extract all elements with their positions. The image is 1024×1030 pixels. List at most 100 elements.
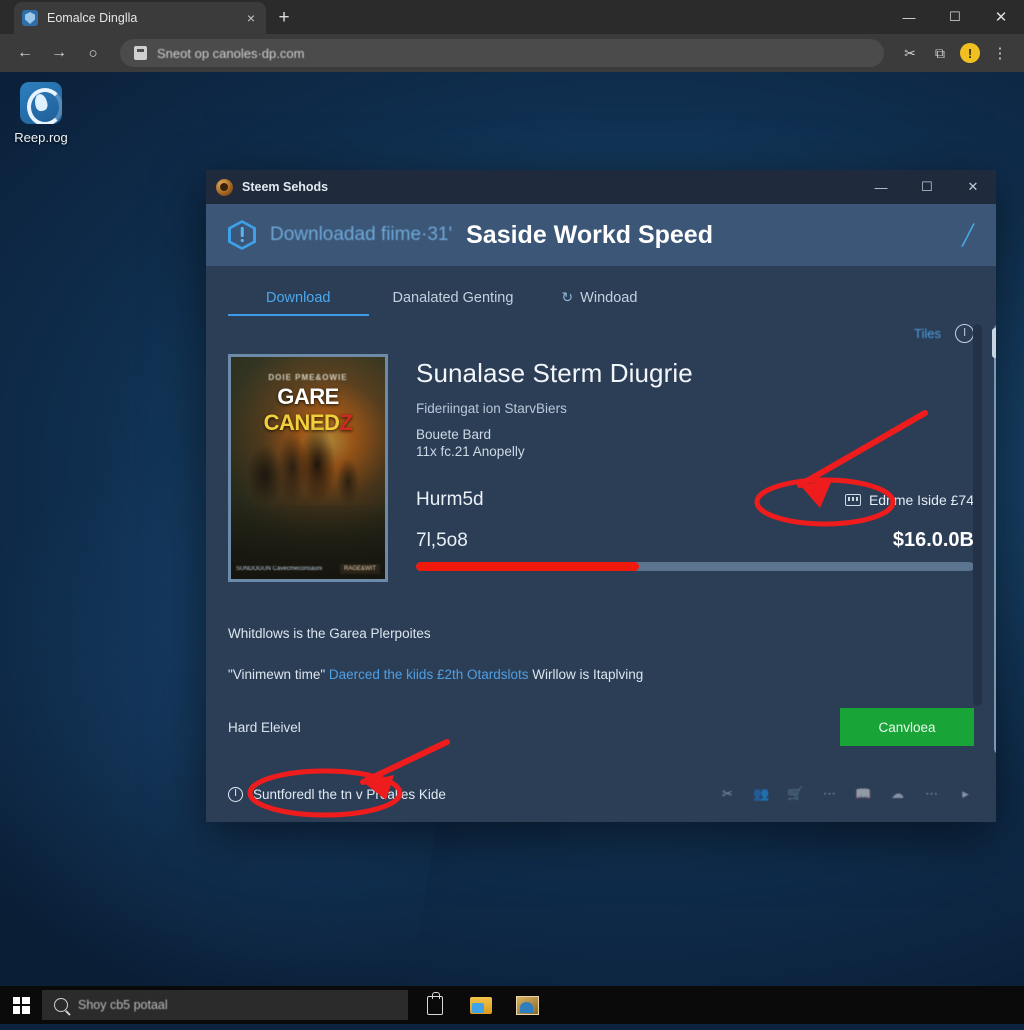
start-icon [13, 997, 30, 1014]
dialog-title: Steem Sehods [242, 180, 328, 194]
primary-action-button[interactable]: Canvloea [840, 708, 974, 746]
note-row-3: Hard Eleivel Canvloea [228, 708, 974, 746]
dots-icon[interactable]: ⋯ [821, 787, 838, 802]
close-icon[interactable]: × [244, 11, 258, 25]
stat-badge[interactable]: Edrime Iside £74 [845, 492, 974, 508]
dialog-body: Tiles DOIE PME&OWIE GARE CANEDZ SUNDOGUN… [206, 316, 996, 766]
start-button[interactable] [0, 986, 42, 1024]
book-icon[interactable]: 📖 [855, 787, 872, 802]
cloud-icon[interactable]: ☁ [889, 787, 906, 802]
tab-danalated-genting-label: Danalated Genting [393, 290, 514, 306]
tab-windoad[interactable]: ↻ Windoad [537, 289, 661, 316]
note-line-3: Hard Eleivel [228, 720, 301, 735]
alert-badge: ! [960, 43, 980, 63]
tab-danalated-genting[interactable]: Danalated Genting [369, 290, 538, 316]
browser-window-controls: — ☐ ✕ [886, 0, 1024, 34]
address-bar-text: Sneot op canoles·dp.com [157, 46, 304, 61]
photos-icon[interactable] [514, 992, 540, 1018]
dialog-header-subtitle: Downloadad fiime·31' [270, 224, 452, 246]
download-progress-bar [416, 562, 974, 571]
download-progress-fill [416, 562, 639, 571]
notes-section: Whitdlows is the Garea Plerpoites "Vinim… [228, 626, 974, 746]
warning-hexagon-icon [228, 220, 256, 250]
dialog-header: Downloadad fiime·31' Saside Workd Speed … [206, 204, 996, 266]
cover-kicker: DOIE PME&OWIE [231, 373, 385, 382]
dialog-window-controls: — ☐ ✕ [858, 170, 996, 204]
browser-menu-icon[interactable]: ⋮ [986, 39, 1014, 67]
people-icon[interactable]: 👥 [753, 787, 770, 802]
browser-navbar: ← → ○ Sneot op canoles·dp.com ✂ ⧉ ! ⋮ [0, 34, 1024, 72]
tab-download[interactable]: Download [228, 290, 369, 316]
close-button[interactable]: ✕ [978, 0, 1024, 34]
maximize-button[interactable]: ☐ [932, 0, 978, 34]
size-right-value: $16.0.0B [893, 529, 974, 552]
inner-scrollbar-track[interactable] [973, 324, 982, 706]
back-button[interactable]: ← [10, 38, 40, 68]
address-bar[interactable]: Sneot op canoles·dp.com [120, 39, 884, 67]
keyboard-icon [845, 494, 861, 506]
game-title: Sunalase Sterm Diugrie [416, 358, 974, 389]
forward-button[interactable]: → [44, 38, 74, 68]
caret-icon[interactable]: ▸ [957, 787, 974, 802]
bag-icon[interactable] [422, 992, 448, 1018]
cover-figures [231, 407, 385, 517]
browser-window: Eomalce Dinglla × + — ☐ ✕ ← → ○ Sneot op… [0, 0, 1024, 72]
scrollbar-thumb[interactable] [992, 328, 996, 358]
footer-status[interactable]: Suntforedl the tn v Prealles Kide [228, 787, 446, 802]
game-subtitle: Fideriingat ion StarvBiers [416, 401, 974, 416]
tab-windoad-label: Windoad [580, 290, 637, 306]
dialog-footer: Suntforedl the tn v Prealles Kide ✂ 👥 🛒 … [206, 766, 996, 822]
cover-badge-right: RAGE&WIT [340, 564, 380, 574]
search-icon [54, 998, 68, 1012]
browser-actions: ✂ ⧉ ! ⋮ [888, 39, 1014, 67]
page-title: Saside Workd Speed [466, 221, 713, 250]
clipboard-icon[interactable]: ⧉ [926, 39, 954, 67]
browser-tab-title: Eomalce Dinglla [47, 11, 235, 25]
cover-badges: SUNDOGUN Cavecmeconsauni RAGE&WIT [236, 564, 380, 574]
desktop-shortcut[interactable]: Reep.rog [6, 82, 76, 145]
size-row: 7l,5o8 $16.0.0B [416, 529, 974, 552]
game-detail-line-1: Bouete Bard [416, 427, 974, 442]
outer-scrollbar-track[interactable] [994, 324, 996, 754]
dialog-titlebar: Steem Sehods — ☐ ✕ [206, 170, 996, 204]
dialog-close-button[interactable]: ✕ [950, 170, 996, 204]
note-link[interactable]: Daerced the kiids £2th Otardslots [329, 667, 529, 682]
dots2-icon[interactable]: ⋯ [923, 787, 940, 802]
dialog-maximize-button[interactable]: ☐ [904, 170, 950, 204]
taskbar-search[interactable]: Shoy cb5 potaal [42, 990, 408, 1020]
new-tab-button[interactable]: + [272, 6, 296, 30]
reload-button[interactable]: ○ [78, 38, 108, 68]
desktop-shortcut-label: Reep.rog [6, 130, 76, 145]
shield-icon [22, 10, 38, 26]
game-info: Sunalase Sterm Diugrie Fideriingat ion S… [416, 354, 974, 582]
body-toolbar: Tiles [914, 324, 974, 343]
note-line-1: Whitdlows is the Garea Plerpoites [228, 626, 974, 641]
refresh-icon: ↻ [561, 289, 573, 306]
dialog-tabs: Download Danalated Genting ↻ Windoad [206, 266, 996, 316]
edit-pencil-icon[interactable]: ╱ [962, 223, 974, 248]
cut-icon[interactable]: ✂ [719, 787, 736, 802]
browser-tabstrip: Eomalce Dinglla × + — ☐ ✕ [0, 0, 1024, 34]
power-icon[interactable] [955, 324, 974, 343]
browser-tab[interactable]: Eomalce Dinglla × [14, 2, 266, 34]
footer-icon-row: ✂ 👥 🛒 ⋯ 📖 ☁ ⋯ ▸ [719, 787, 974, 802]
note-tail: Wirllow is Itaplving [532, 667, 643, 682]
app-icon [20, 82, 62, 124]
note-line-2: "Vinimewn time" Daerced the kiids £2th O… [228, 667, 974, 682]
folder-icon[interactable] [468, 992, 494, 1018]
alert-badge-button[interactable]: ! [956, 39, 984, 67]
tab-download-label: Download [266, 290, 331, 306]
minimize-button[interactable]: — [886, 0, 932, 34]
game-card: DOIE PME&OWIE GARE CANEDZ SUNDOGUN Cavec… [228, 354, 974, 582]
dialog-minimize-button[interactable]: — [858, 170, 904, 204]
cart-icon[interactable]: 🛒 [787, 787, 804, 802]
stat-label: Hurm5d [416, 489, 484, 511]
stat-badge-text: Edrime Iside £74 [869, 492, 974, 508]
game-cover-art: DOIE PME&OWIE GARE CANEDZ SUNDOGUN Cavec… [228, 354, 388, 582]
stat-row: Hurm5d Edrime Iside £74 [416, 489, 974, 511]
tiles-link[interactable]: Tiles [914, 326, 941, 341]
steam-logo-icon [216, 179, 233, 196]
footer-status-label: Suntforedl the tn v Prealles Kide [253, 787, 446, 802]
game-detail-line-2: 11x fc.21 Anopelly [416, 444, 974, 459]
cut-icon[interactable]: ✂ [896, 39, 924, 67]
